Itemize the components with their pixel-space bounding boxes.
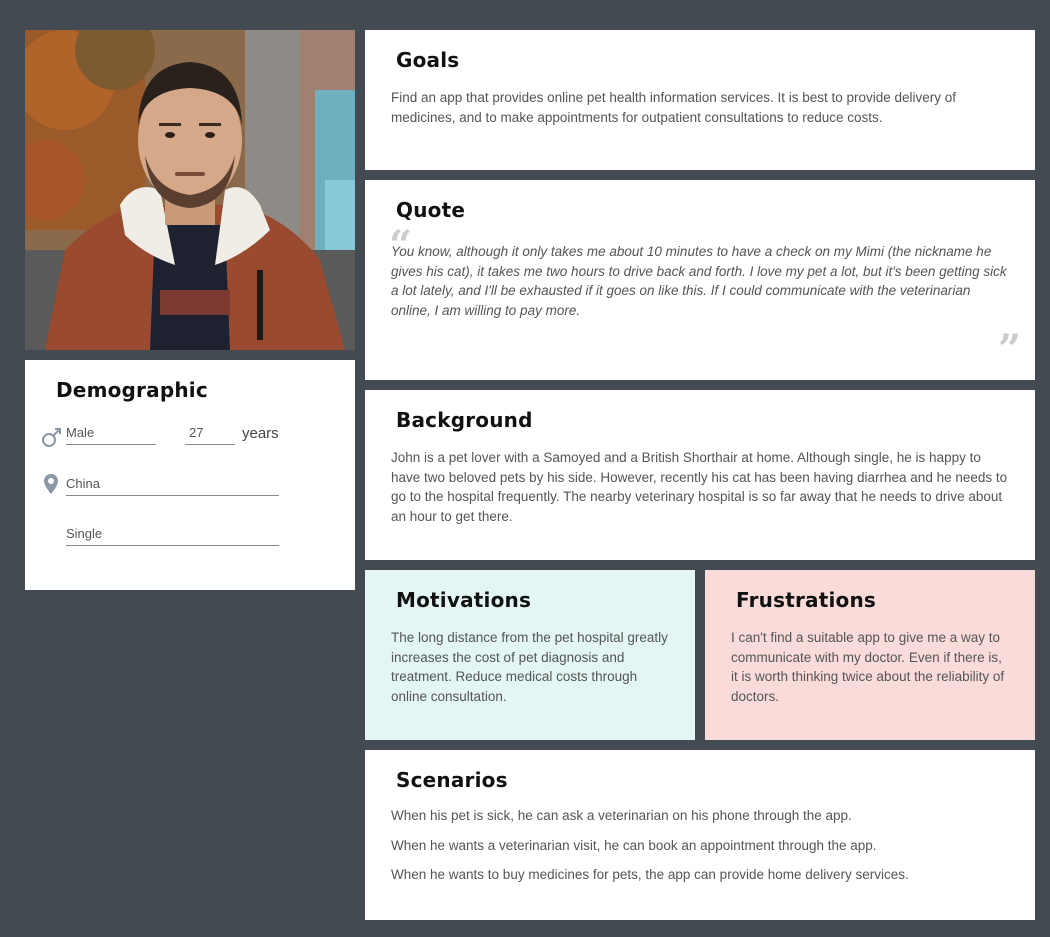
goals-card: Goals Find an app that provides online p… (365, 30, 1035, 170)
scenarios-card: Scenarios When his pet is sick, he can a… (365, 750, 1035, 920)
frustrations-text: I can't find a suitable app to give me a… (731, 630, 1005, 705)
status-field[interactable]: Single (66, 525, 279, 546)
background-card: Background John is a pet lover with a Sa… (365, 390, 1035, 560)
demographic-card: Demographic Male 27 years China Single (25, 360, 355, 590)
motivations-title: Motivations (396, 588, 532, 612)
quote-text: You know, although it only takes me abou… (391, 244, 1007, 319)
scenario-item: When he wants a veterinarian visit, he c… (391, 838, 877, 853)
quote-card: Quote “ You know, although it only takes… (365, 180, 1035, 380)
location-pin-icon (44, 474, 58, 494)
background-text: John is a pet lover with a Samoyed and a… (391, 450, 1008, 525)
scenarios-title: Scenarios (396, 768, 508, 792)
demographic-title: Demographic (56, 378, 208, 402)
male-icon (42, 428, 61, 447)
goals-title: Goals (396, 48, 460, 72)
motivations-text: The long distance from the pet hospital … (391, 630, 668, 705)
motivations-card: Motivations The long distance from the p… (365, 570, 695, 740)
age-unit-label: years (242, 425, 279, 442)
gender-field[interactable]: Male (66, 424, 156, 445)
background-title: Background (396, 408, 533, 432)
frustrations-card: Frustrations I can't find a suitable app… (705, 570, 1035, 740)
frustrations-title: Frustrations (736, 588, 877, 612)
location-field[interactable]: China (66, 475, 279, 496)
goals-text: Find an app that provides online pet hea… (391, 90, 957, 125)
persona-photo (25, 30, 355, 350)
portrait-photo-icon (25, 30, 355, 350)
scenario-item: When he wants to buy medicines for pets,… (391, 867, 909, 882)
close-quote-icon: ” (998, 326, 1022, 373)
quote-title: Quote (396, 198, 466, 222)
scenario-item: When his pet is sick, he can ask a veter… (391, 808, 852, 823)
age-field[interactable]: 27 (185, 424, 235, 445)
